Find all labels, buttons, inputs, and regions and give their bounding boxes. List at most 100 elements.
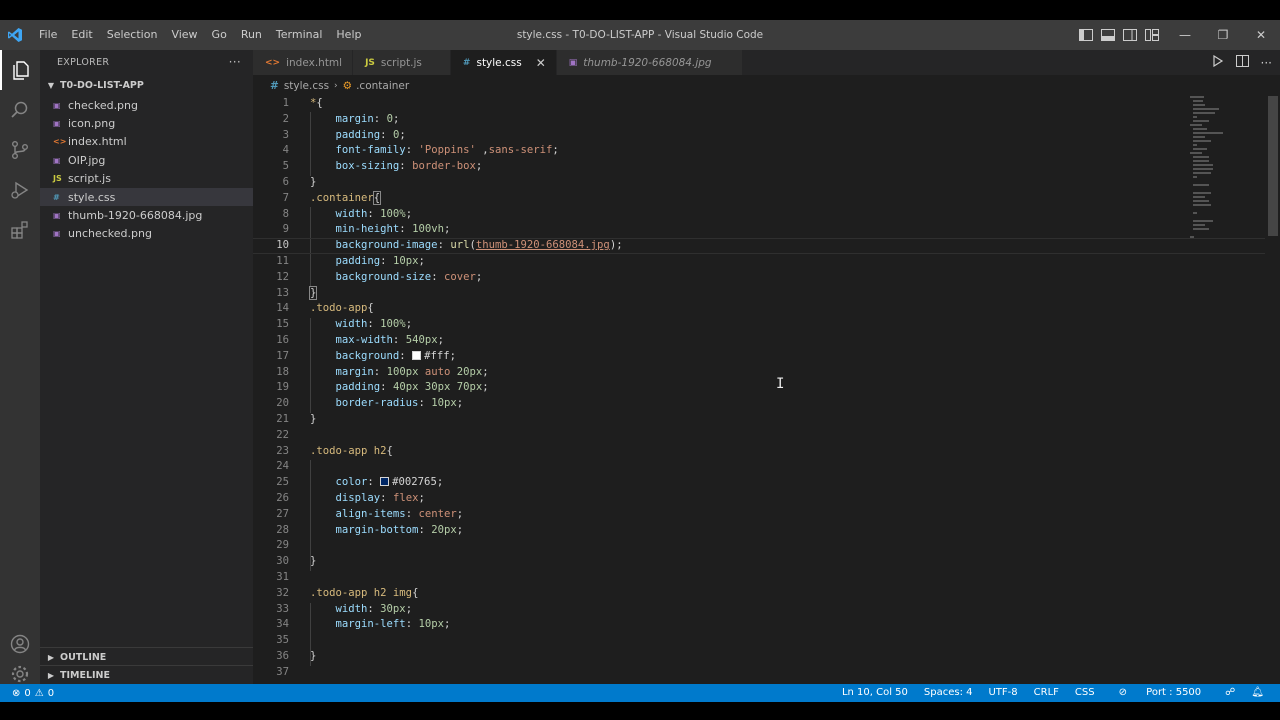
minimap-line bbox=[1193, 156, 1209, 158]
code-line: 16 max-width: 540px; bbox=[253, 333, 1265, 349]
file-item[interactable]: ▣ OIP.jpg bbox=[40, 151, 253, 169]
feedback-icon[interactable]: ☍ bbox=[1217, 684, 1243, 702]
vertical-scrollbar[interactable] bbox=[1268, 96, 1278, 236]
code-line: 1 *{ bbox=[253, 96, 1265, 112]
code-line: 28 margin-bottom: 20px; bbox=[253, 523, 1265, 539]
menu-edit[interactable]: Edit bbox=[64, 20, 99, 50]
code-line: 17 background: #fff; bbox=[253, 349, 1265, 365]
split-editor-icon[interactable] bbox=[1235, 55, 1249, 70]
minimap-line bbox=[1193, 136, 1205, 138]
accounts-icon[interactable] bbox=[0, 624, 40, 664]
warning-icon: ⚠ bbox=[34, 687, 44, 699]
minimap-line bbox=[1193, 108, 1219, 110]
tab-index-html[interactable]: <> index.html bbox=[253, 50, 354, 75]
tab-thumb-jpg[interactable]: ▣ thumb-1920-668084.jpg bbox=[556, 50, 743, 75]
file-label: OIP.jpg bbox=[68, 153, 106, 167]
code-editor[interactable]: 1 *{ 2 margin: 0; 3 padding: 0; 4 font-fa… bbox=[253, 96, 1265, 684]
minimap-line bbox=[1193, 160, 1209, 162]
explorer-icon[interactable] bbox=[0, 50, 40, 90]
code-line: 11 padding: 10px; bbox=[253, 254, 1265, 270]
explorer-more-icon[interactable]: ··· bbox=[229, 55, 241, 69]
minimap-line bbox=[1193, 104, 1205, 106]
code-line: 33 width: 30px; bbox=[253, 602, 1265, 618]
error-icon: ⊗ bbox=[12, 687, 21, 699]
tab-script-js[interactable]: JS script.js bbox=[353, 50, 451, 75]
menu-view[interactable]: View bbox=[164, 20, 204, 50]
layout-controls bbox=[1078, 20, 1160, 50]
cursor-position[interactable]: Ln 10, Col 50 bbox=[834, 684, 916, 702]
language-mode[interactable]: CSS bbox=[1067, 684, 1103, 702]
line-number: 18 bbox=[276, 365, 289, 378]
minimap-line bbox=[1193, 196, 1205, 198]
indentation[interactable]: Spaces: 4 bbox=[916, 684, 981, 702]
color-swatch[interactable] bbox=[412, 350, 422, 360]
code-line: 14 .todo-app{ bbox=[253, 301, 1265, 317]
close-icon[interactable]: ✕ bbox=[536, 56, 546, 70]
menu-terminal[interactable]: Terminal bbox=[269, 20, 330, 50]
outline-section[interactable]: ▶ OUTLINE bbox=[40, 647, 253, 666]
toggle-panel-icon[interactable] bbox=[1100, 27, 1116, 43]
problems-indicator[interactable]: ⊗ 0 ⚠ 0 bbox=[0, 688, 54, 699]
notifications-bell-icon[interactable]: 🔔︎ bbox=[1243, 684, 1272, 702]
line-number: 2 bbox=[282, 112, 289, 125]
minimap-line bbox=[1193, 112, 1215, 114]
menu-selection[interactable]: Selection bbox=[100, 20, 165, 50]
menu-run[interactable]: Run bbox=[234, 20, 269, 50]
line-number: 33 bbox=[276, 602, 289, 615]
customize-layout-icon[interactable] bbox=[1144, 27, 1160, 43]
menu-file[interactable]: File bbox=[32, 20, 64, 50]
restore-button[interactable]: ❐ bbox=[1204, 20, 1242, 50]
chevron-down-icon: ▼ bbox=[47, 80, 55, 90]
outline-label: OUTLINE bbox=[60, 651, 107, 663]
status-right: Ln 10, Col 50 Spaces: 4 UTF-8 CRLF CSS ⊘… bbox=[834, 684, 1280, 702]
extensions-icon[interactable] bbox=[0, 210, 40, 250]
line-number: 17 bbox=[276, 349, 289, 362]
toggle-primary-sidebar-icon[interactable] bbox=[1078, 27, 1094, 43]
search-icon[interactable] bbox=[0, 90, 40, 130]
minimap[interactable] bbox=[1190, 96, 1240, 256]
menu-go[interactable]: Go bbox=[205, 20, 234, 50]
color-swatch[interactable] bbox=[380, 477, 390, 487]
file-label: icon.png bbox=[68, 117, 116, 131]
code-line: 34 margin-left: 10px; bbox=[253, 617, 1265, 633]
image-file-icon: ▣ bbox=[53, 100, 61, 110]
run-debug-icon[interactable] bbox=[0, 170, 40, 210]
file-item[interactable]: # style.css bbox=[40, 187, 253, 207]
js-file-icon: JS bbox=[365, 57, 375, 68]
timeline-section[interactable]: ▶ TIMELINE bbox=[40, 665, 253, 684]
minimap-line bbox=[1193, 140, 1211, 142]
minimap-line bbox=[1193, 148, 1207, 150]
file-item[interactable]: JS script.js bbox=[40, 170, 253, 188]
minimap-line bbox=[1193, 172, 1211, 174]
image-file-icon: ▣ bbox=[53, 211, 61, 221]
close-window-button[interactable]: ✕ bbox=[1242, 20, 1280, 50]
tab-style-css[interactable]: # style.css ✕ bbox=[450, 50, 557, 75]
file-item[interactable]: ▣ checked.png bbox=[40, 96, 253, 114]
manage-gear-icon[interactable] bbox=[0, 664, 40, 684]
status-bar: ⊗ 0 ⚠ 0 Ln 10, Col 50 Spaces: 4 UTF-8 CR… bbox=[0, 684, 1280, 702]
folder-label: T0-DO-LIST-APP bbox=[60, 79, 144, 91]
more-actions-icon[interactable]: ··· bbox=[1261, 56, 1272, 70]
breadcrumb-file[interactable]: style.css bbox=[284, 80, 329, 92]
line-number: 9 bbox=[282, 223, 289, 236]
run-icon[interactable] bbox=[1212, 54, 1224, 70]
menu-help[interactable]: Help bbox=[329, 20, 368, 50]
file-label: unchecked.png bbox=[68, 227, 152, 241]
file-item[interactable]: <> index.html bbox=[40, 133, 253, 151]
breadcrumb-symbol[interactable]: .container bbox=[356, 80, 409, 92]
toggle-secondary-sidebar-icon[interactable] bbox=[1122, 27, 1138, 43]
line-number: 5 bbox=[282, 160, 289, 173]
minimize-button[interactable]: — bbox=[1166, 20, 1204, 50]
line-number: 16 bbox=[276, 333, 289, 346]
source-control-icon[interactable] bbox=[0, 130, 40, 170]
file-item[interactable]: ▣ thumb-1920-668084.jpg bbox=[40, 206, 253, 224]
workspace-folder[interactable]: ▼ T0-DO-LIST-APP bbox=[40, 74, 253, 96]
live-server-port[interactable]: ⊘ Port : 5500 bbox=[1103, 684, 1218, 702]
minimap-line bbox=[1193, 100, 1203, 102]
line-number: 32 bbox=[276, 586, 289, 599]
file-item[interactable]: ▣ icon.png bbox=[40, 114, 253, 132]
line-ending[interactable]: CRLF bbox=[1026, 684, 1067, 702]
encoding[interactable]: UTF-8 bbox=[980, 684, 1025, 702]
file-item[interactable]: ▣ unchecked.png bbox=[40, 225, 253, 243]
minimap-line bbox=[1193, 132, 1223, 134]
